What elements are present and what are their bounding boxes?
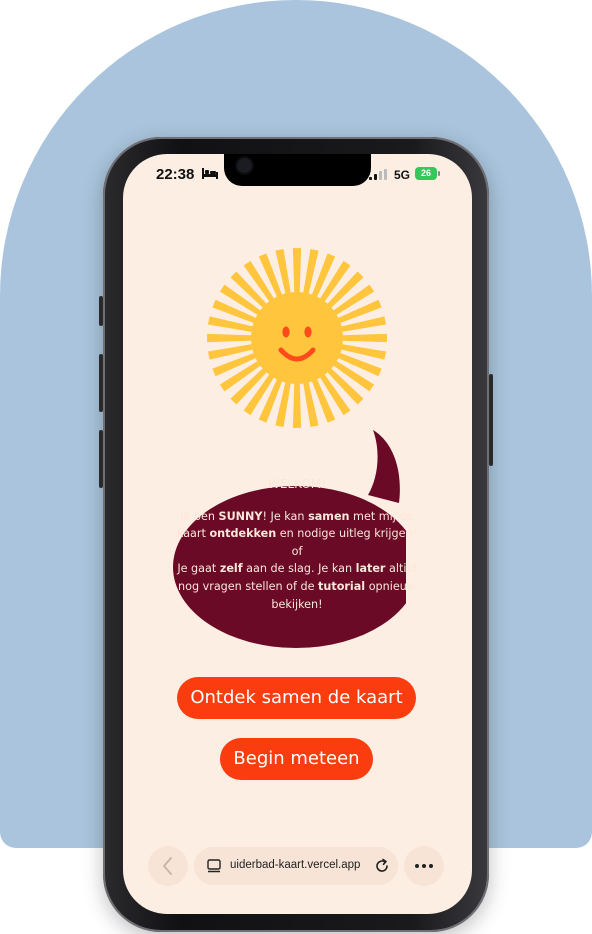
battery-tip — [438, 171, 440, 176]
speech-bubble-text: WELKOM! Ik ben SUNNY! Je kan samen met m… — [175, 476, 419, 613]
more-button[interactable] — [404, 846, 444, 886]
signal-icon — [369, 169, 387, 180]
smiling-sun-icon — [207, 248, 387, 428]
sun-ray — [207, 333, 258, 343]
bubble-line: Je gaat zelf aan de slag. Je kan later a… — [177, 562, 417, 576]
sun-ray — [292, 377, 302, 428]
sun-ray — [292, 248, 302, 299]
network-type: 5G — [394, 168, 411, 182]
more-icon — [415, 864, 433, 868]
back-button[interactable] — [148, 846, 188, 886]
sun-ray — [336, 333, 387, 343]
chevron-left-icon — [163, 857, 172, 875]
address-bar[interactable]: uiderbad-kaart.vercel.app — [194, 847, 398, 885]
bubble-line: kaart ontdekken en nodige uitleg krijgen… — [176, 527, 418, 541]
volume-up-button — [99, 354, 103, 412]
bubble-line: nog vragen stellen of de tutorial opnieu… — [178, 579, 416, 593]
front-camera — [237, 158, 252, 173]
volume-down-button — [99, 430, 103, 488]
status-time: 22:38 — [156, 166, 195, 183]
url-text: uiderbad-kaart.vercel.app — [230, 859, 361, 871]
power-button — [489, 374, 493, 466]
tabs-icon[interactable] — [207, 859, 221, 873]
reload-icon[interactable] — [374, 858, 390, 874]
mute-switch — [99, 296, 103, 326]
bed-icon — [202, 168, 218, 179]
bubble-line: of — [291, 544, 303, 558]
phone-screen: 22:38 5G 26 WELKOM! Ik ben SUNNY! Je kan… — [123, 154, 472, 914]
bubble-line: Ik ben SUNNY! Je kan samen met mij de — [180, 509, 414, 523]
start-now-button[interactable]: Begin meteen — [220, 738, 373, 780]
explore-together-button[interactable]: Ontdek samen de kaart — [177, 677, 416, 719]
bubble-line: bekijken! — [271, 597, 323, 611]
battery-indicator: 26 — [415, 167, 437, 180]
bubble-title: WELKOM! — [268, 477, 326, 491]
